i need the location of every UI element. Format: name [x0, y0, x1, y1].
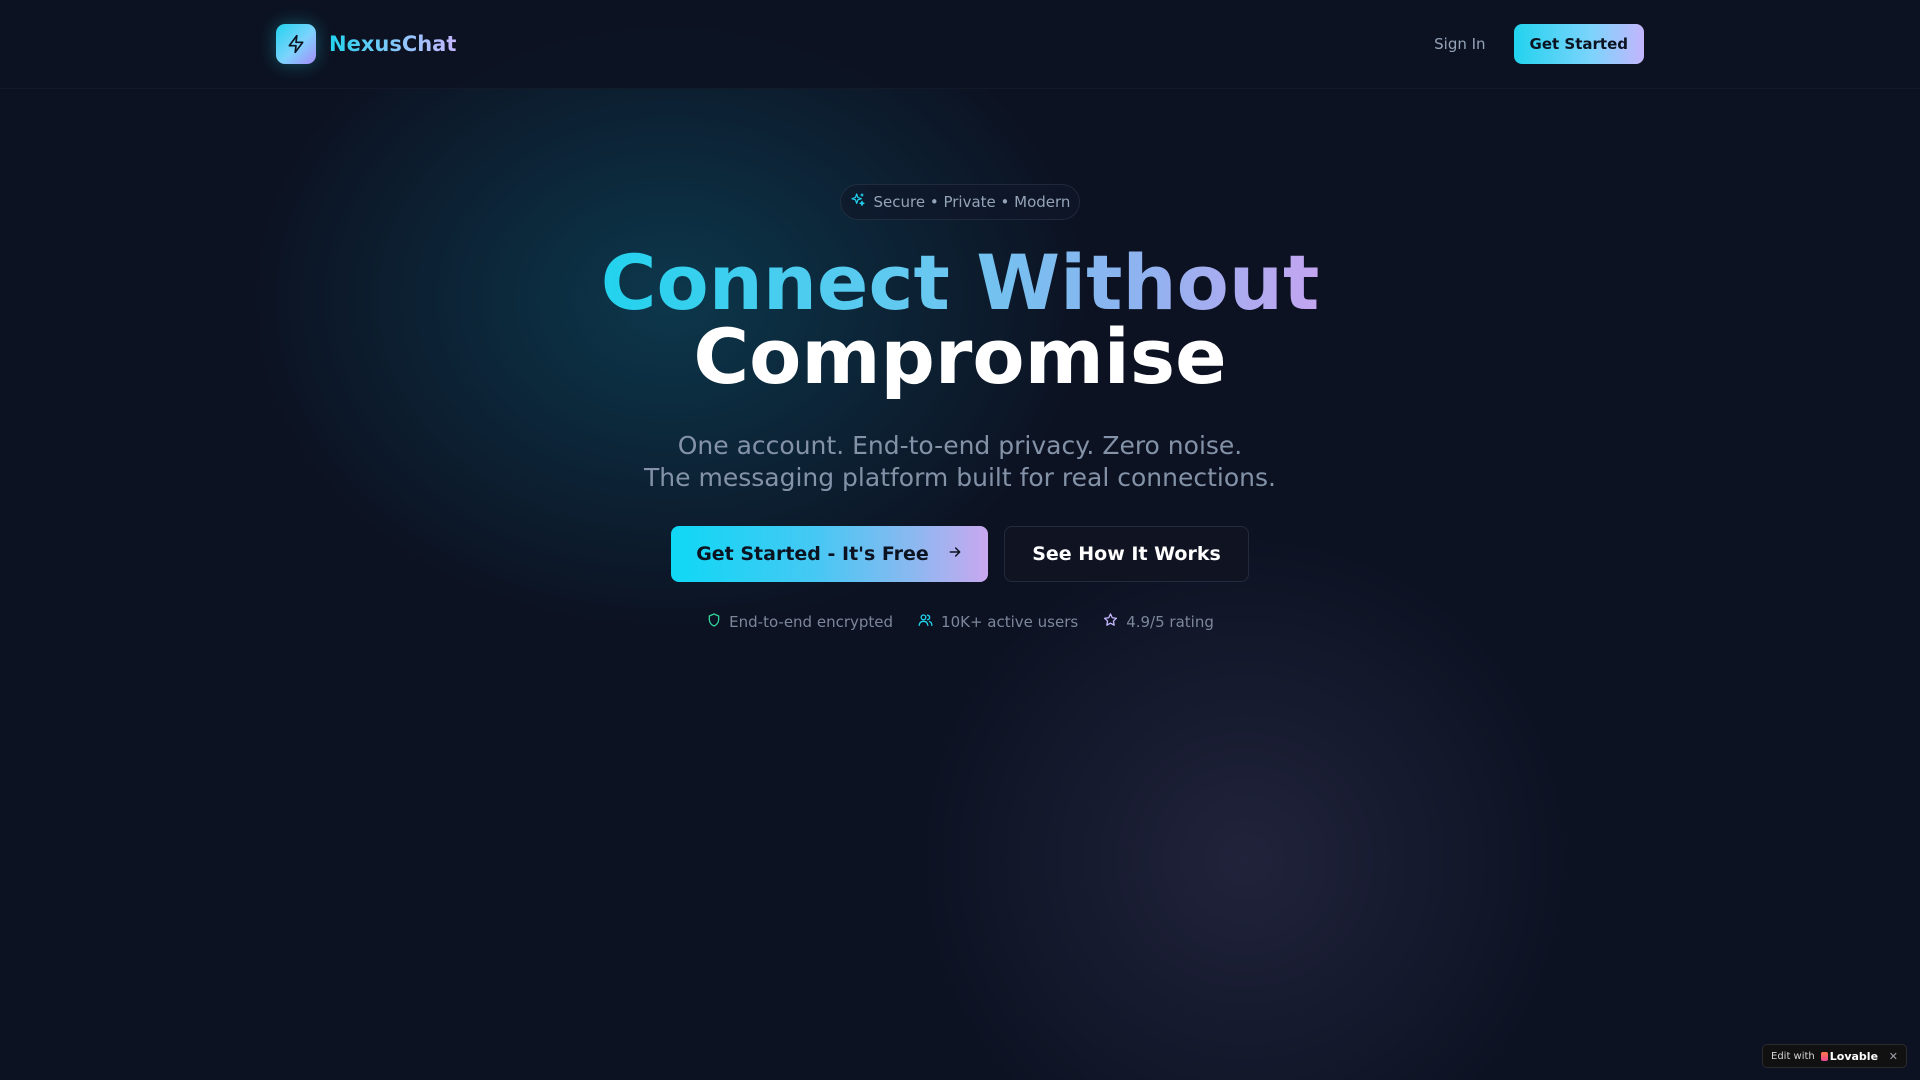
nav-get-started-button[interactable]: Get Started [1513, 24, 1644, 64]
hero-headline: Connect Without Compromise [0, 238, 1920, 401]
nav-actions: Sign In Get Started [1434, 24, 1644, 64]
primary-cta-label: Get Started - It's Free [696, 543, 929, 565]
cta-row: Get Started - It's Free See How It Works [671, 526, 1249, 582]
headline-line-2: Compromise [693, 312, 1227, 401]
tagline-text: Secure • Private • Modern [873, 193, 1071, 211]
close-icon[interactable]: ✕ [1889, 1050, 1898, 1063]
trust-label-rating: 4.9/5 rating [1126, 613, 1214, 631]
lovable-logo: Lovable [1820, 1049, 1879, 1063]
lightning-bolt-icon [276, 24, 316, 64]
see-how-it-works-button[interactable]: See How It Works [1004, 526, 1249, 582]
sign-in-link[interactable]: Sign In [1434, 35, 1485, 53]
trust-label-encryption: End-to-end encrypted [729, 613, 894, 631]
brand[interactable]: NexusChat [276, 24, 456, 64]
trust-indicators: End-to-end encrypted 10K+ active users 4… [0, 612, 1920, 632]
lovable-brand-text: Lovable [1829, 1049, 1879, 1063]
arrow-right-icon [947, 543, 963, 565]
lovable-heart-icon [1820, 1051, 1828, 1061]
badge-prefix: Edit with [1771, 1050, 1815, 1062]
sparkles-icon [850, 192, 866, 212]
shield-icon [706, 612, 722, 632]
headline-line-1: Connect Without [600, 238, 1320, 327]
trust-item-rating: 4.9/5 rating [1102, 612, 1214, 632]
hero-subtitle: One account. End-to-end privacy. Zero no… [0, 430, 1920, 494]
tagline-pill: Secure • Private • Modern [840, 184, 1080, 220]
subtitle-line-2: The messaging platform built for real co… [644, 463, 1276, 492]
top-navbar: NexusChat Sign In Get Started [0, 0, 1920, 89]
trust-item-users: 10K+ active users [917, 612, 1078, 632]
edit-with-lovable-badge[interactable]: Edit with Lovable ✕ [1762, 1044, 1907, 1068]
landing-page: NexusChat Sign In Get Started Secure • P… [0, 0, 1920, 1080]
star-icon [1102, 612, 1119, 632]
subtitle-line-1: One account. End-to-end privacy. Zero no… [677, 431, 1243, 460]
get-started-free-button[interactable]: Get Started - It's Free [671, 526, 988, 582]
trust-label-users: 10K+ active users [941, 613, 1079, 631]
brand-name: NexusChat [329, 32, 457, 56]
users-icon [917, 612, 934, 632]
trust-item-encryption: End-to-end encrypted [706, 612, 893, 632]
